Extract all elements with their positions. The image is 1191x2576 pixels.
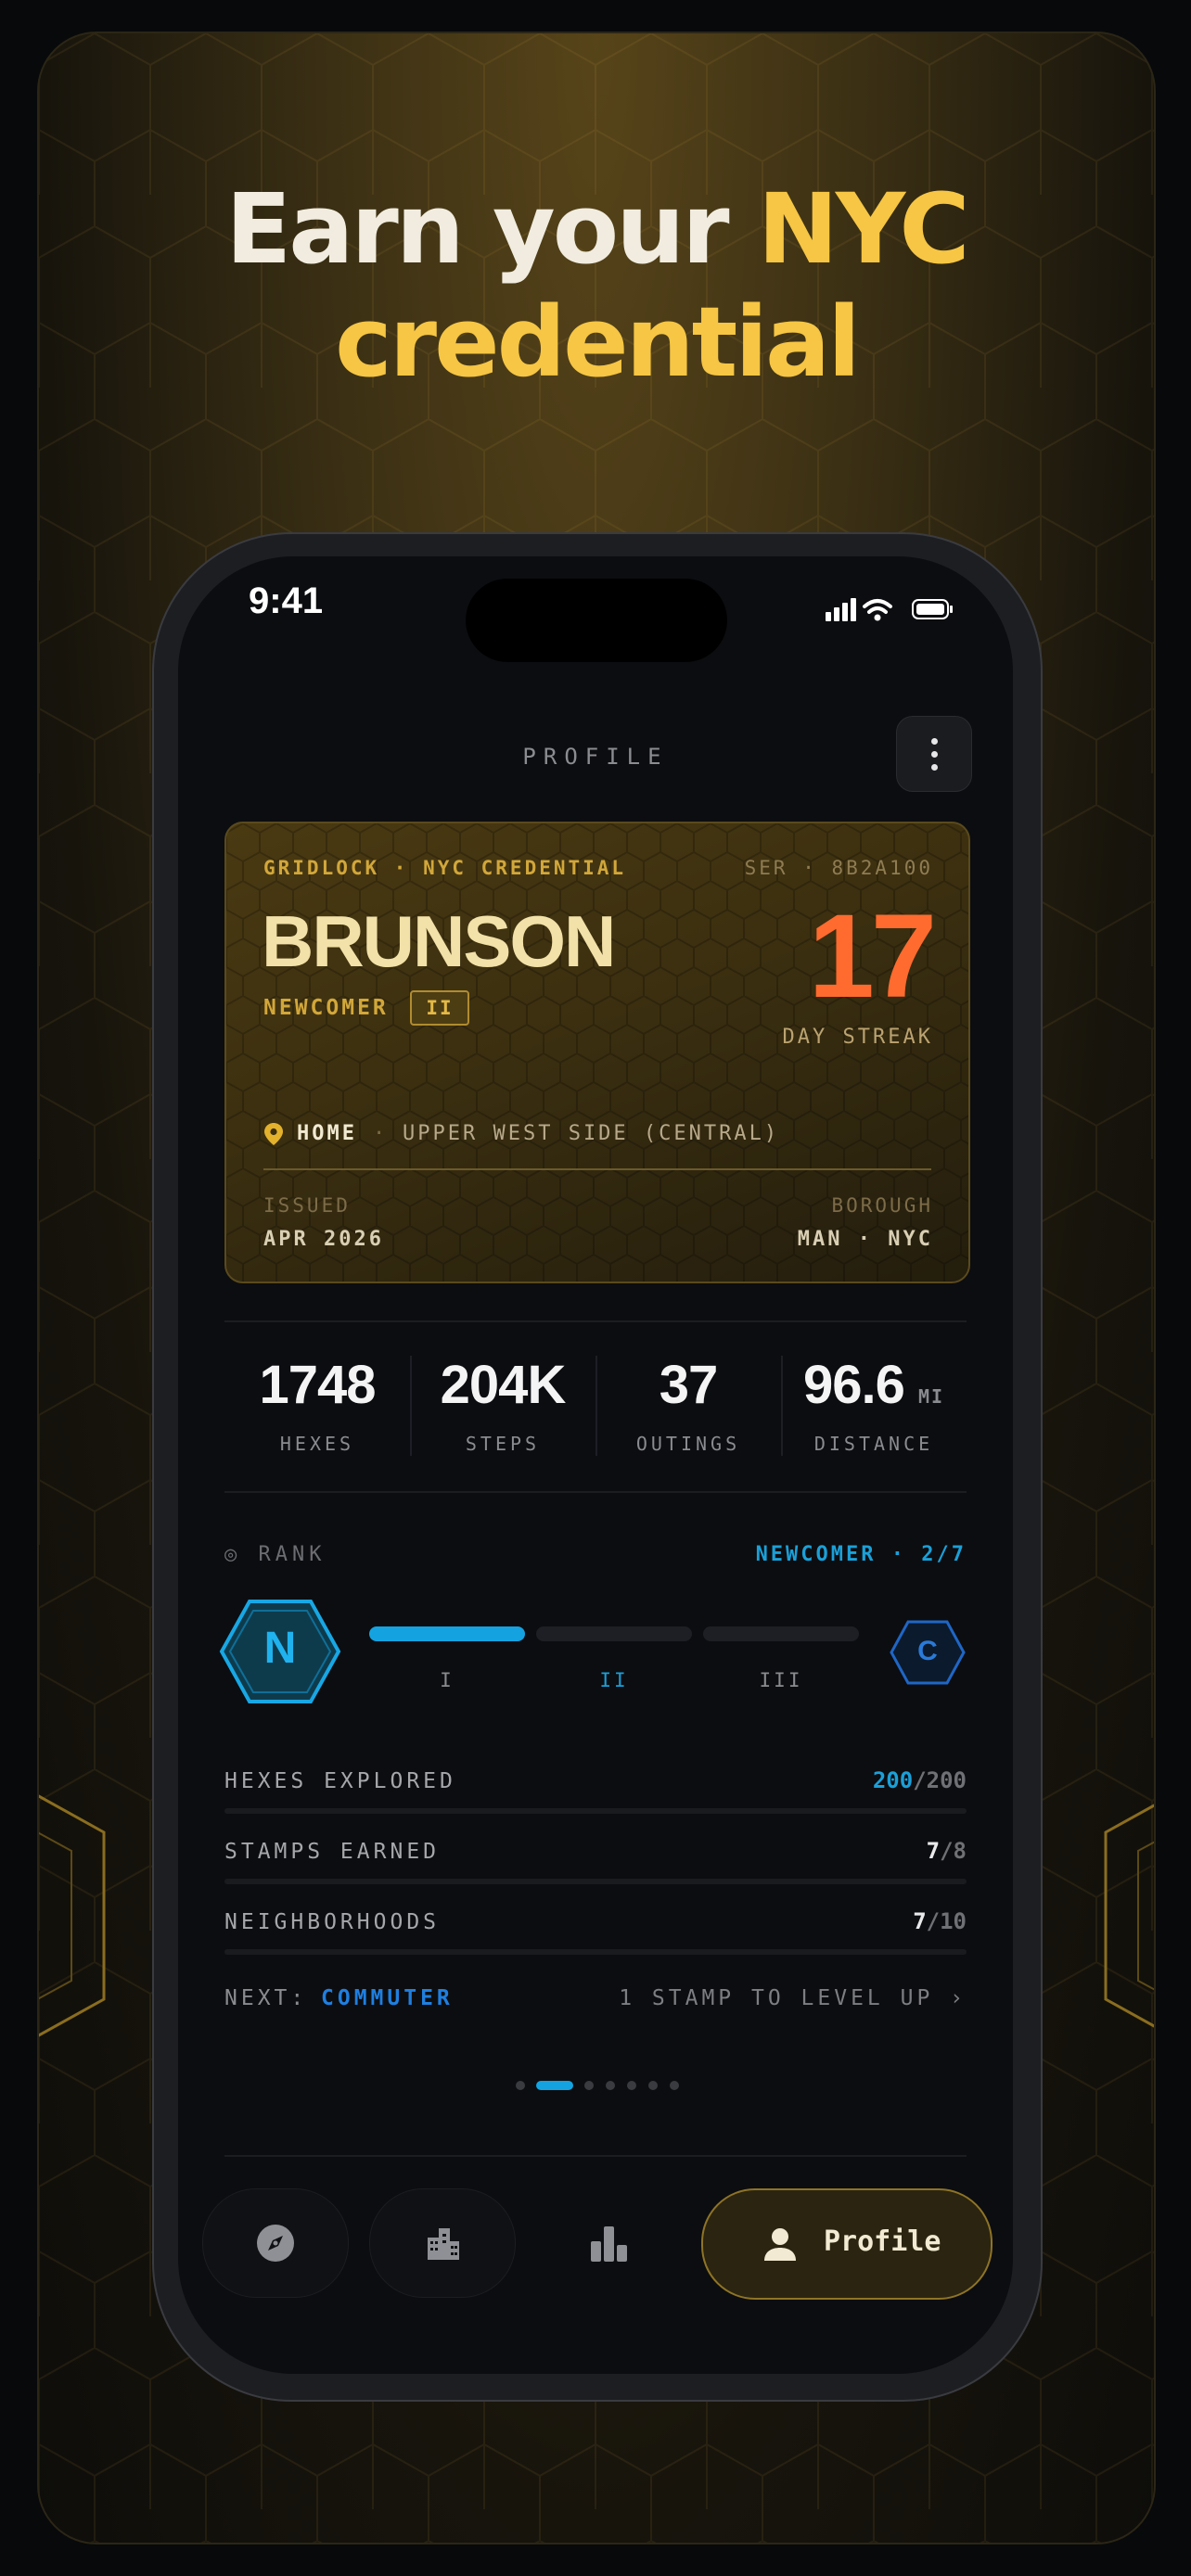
tab-profile-label: Profile xyxy=(824,2225,941,2258)
pager-dot-active[interactable] xyxy=(536,2081,573,2090)
progress-total: /200 xyxy=(913,1767,967,1793)
pager-dot[interactable] xyxy=(627,2081,636,2090)
location-pin-icon xyxy=(264,1123,283,1145)
home-label: HOME xyxy=(297,1122,357,1145)
signal-icon xyxy=(826,598,856,621)
card-serial: SER · 8B2A100 xyxy=(744,857,933,879)
next-rank-name: COMMUTER xyxy=(321,1986,454,2010)
page-title: PROFILE xyxy=(522,744,669,770)
level-up-hint-link[interactable]: 1 STAMP TO LEVEL UP › xyxy=(619,1986,967,2010)
progress-row-value: 7/10 xyxy=(913,1908,967,1934)
tier-label: I xyxy=(440,1669,455,1691)
headline-line2: credential xyxy=(335,286,861,399)
pager-dot[interactable] xyxy=(648,2081,658,2090)
rank-progress-segment xyxy=(536,1626,692,1641)
person-icon xyxy=(764,2228,796,2261)
progress-row-label: NEIGHBORHOODS xyxy=(224,1910,441,1934)
rank-value: NEWCOMER · 2/7 xyxy=(755,1543,967,1566)
stat-label: HEXES xyxy=(279,1433,355,1455)
stat-steps: 204K STEPS xyxy=(410,1354,596,1455)
battery-icon xyxy=(912,599,953,619)
status-icons xyxy=(826,598,953,621)
progress-current: 7 xyxy=(913,1908,927,1934)
stats-top-divider xyxy=(224,1320,967,1322)
compass-icon xyxy=(257,2225,294,2262)
more-dots-icon xyxy=(931,738,938,745)
more-dot xyxy=(931,764,938,771)
dynamic-island xyxy=(466,579,727,662)
progress-row-label: STAMPS EARNED xyxy=(224,1840,441,1864)
next-rank-label: NEXT: xyxy=(224,1986,308,2010)
tabbar-divider xyxy=(224,2155,967,2157)
tier-label: III xyxy=(759,1669,803,1691)
stat-distance: 96.6 MI DISTANCE xyxy=(781,1354,967,1455)
home-separator: · xyxy=(373,1122,386,1145)
current-rank-letter: N xyxy=(263,1624,297,1673)
stat-value: 96.6 xyxy=(802,1355,905,1415)
next-rank-letter: C xyxy=(917,1636,938,1666)
progress-row-label: HEXES EXPLORED xyxy=(224,1769,456,1793)
progress-row-value: 200/200 xyxy=(873,1767,967,1793)
stats-bottom-divider xyxy=(224,1491,967,1493)
stat-outings: 37 OUTINGS xyxy=(596,1354,781,1455)
streak-value: 17 xyxy=(808,890,937,1023)
headline-accent: NYC xyxy=(757,172,970,286)
streak-label: DAY STREAK xyxy=(782,1026,933,1049)
card-brand: GRIDLOCK · NYC CREDENTIAL xyxy=(263,857,627,879)
right-hex-outline xyxy=(1104,1804,1154,2028)
progress-row-bar xyxy=(224,1879,967,1884)
card-tier-badge: II xyxy=(410,990,469,1026)
borough-value: MAN · NYC xyxy=(797,1228,933,1251)
borough-label: BOROUGH xyxy=(831,1194,933,1217)
credential-card[interactable]: GRIDLOCK · NYC CREDENTIAL SER · 8B2A100 … xyxy=(224,822,970,1283)
rank-label: ◎ RANK xyxy=(224,1543,327,1566)
stat-value: 1748 xyxy=(259,1355,376,1415)
stat-label: OUTINGS xyxy=(635,1433,741,1455)
stat-value: 204K xyxy=(440,1355,567,1415)
buildings-icon xyxy=(428,2228,459,2260)
bar-chart-icon xyxy=(591,2226,627,2262)
rank-progress-segment xyxy=(703,1626,859,1641)
promo-headline: Earn your NYC credential xyxy=(39,172,1154,399)
stat-label: STEPS xyxy=(465,1433,541,1455)
tab-city[interactable] xyxy=(369,2188,516,2298)
progress-row-bar xyxy=(224,1808,967,1814)
tab-profile[interactable]: Profile xyxy=(701,2188,992,2300)
status-time: 9:41 xyxy=(249,580,324,621)
pager-dot[interactable] xyxy=(516,2081,525,2090)
pager-dot[interactable] xyxy=(606,2081,615,2090)
stat-hexes: 1748 HEXES xyxy=(224,1354,410,1455)
progress-current: 7 xyxy=(926,1838,941,1864)
more-dot xyxy=(931,751,938,758)
card-rank: NEWCOMER xyxy=(263,996,389,1020)
issued-value: APR 2026 xyxy=(263,1228,384,1251)
stat-value-wrap: 96.6 MI xyxy=(781,1354,967,1416)
tab-explore[interactable] xyxy=(202,2188,349,2298)
home-neighborhood: UPPER WEST SIDE (CENTRAL) xyxy=(403,1122,780,1145)
tier-label: II xyxy=(599,1669,629,1691)
issued-label: ISSUED xyxy=(263,1194,351,1217)
rank-progress-segment xyxy=(369,1626,525,1641)
left-hex-outline xyxy=(39,1794,106,2037)
phone-screen: 9:41 PROFILE GRIDLOCK · NYC CREDENTIAL S… xyxy=(178,556,1013,2374)
pager-dot[interactable] xyxy=(670,2081,679,2090)
pager-dot[interactable] xyxy=(584,2081,594,2090)
stat-label: DISTANCE xyxy=(813,1433,934,1455)
progress-row-value: 7/8 xyxy=(927,1838,967,1864)
progress-row-bar xyxy=(224,1949,967,1955)
progress-total: /8 xyxy=(940,1838,967,1864)
headline-plain: Earn your xyxy=(225,172,758,286)
more-menu-button[interactable] xyxy=(896,716,972,792)
card-holder-name: BRUNSON xyxy=(262,900,616,982)
card-divider xyxy=(263,1168,931,1170)
wifi-icon xyxy=(863,599,892,614)
tab-stats[interactable] xyxy=(536,2188,683,2298)
stat-unit: MI xyxy=(917,1385,945,1408)
stat-value: 37 xyxy=(659,1355,719,1415)
progress-current: 200 xyxy=(872,1767,914,1793)
progress-total: /10 xyxy=(926,1908,967,1934)
